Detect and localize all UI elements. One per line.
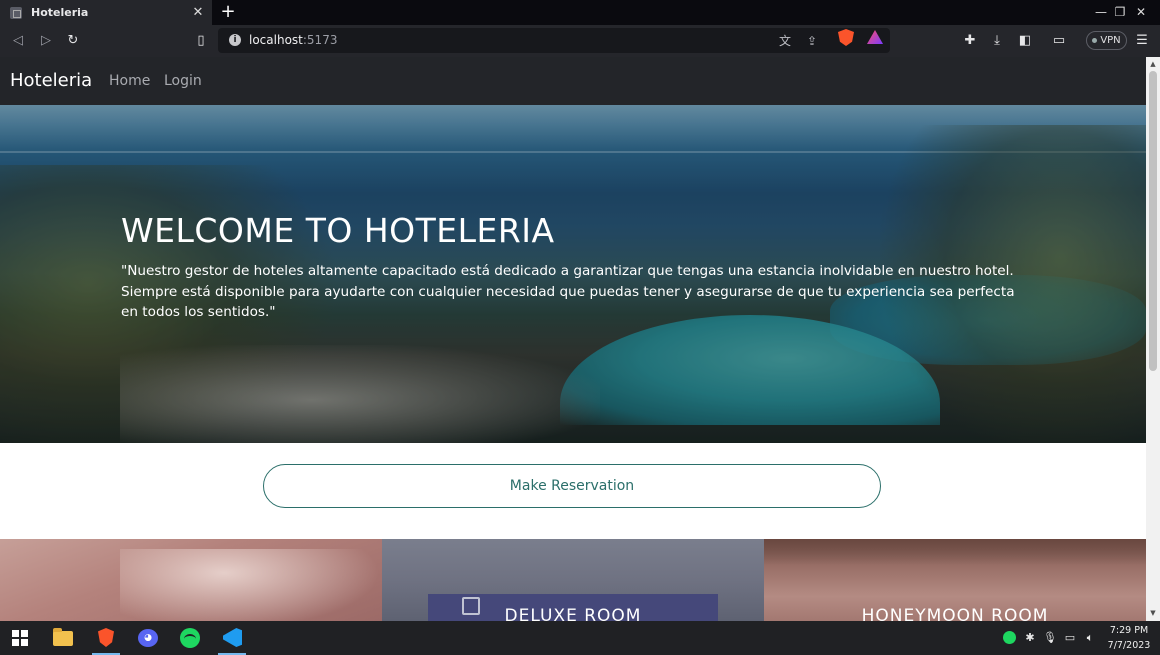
taskbar-discord[interactable]: ◕ — [128, 621, 168, 655]
sidebar-icon[interactable]: ◧ — [1015, 31, 1035, 51]
vpn-button[interactable]: VPN — [1086, 31, 1127, 50]
discord-icon: ◕ — [138, 629, 158, 647]
extensions-icon[interactable]: ✚ — [960, 31, 980, 51]
translate-icon[interactable]: 文 — [776, 32, 794, 50]
tray-app-icon[interactable]: ✱ — [1023, 630, 1037, 646]
hero-description: "Nuestro gestor de hoteles altamente cap… — [121, 263, 1015, 320]
room-card-deluxe[interactable]: DELUXE ROOM — [382, 539, 764, 621]
taskbar-clock[interactable]: 7:29 PM 7/7/2023 — [1104, 623, 1154, 653]
reload-icon[interactable]: ↻ — [63, 31, 83, 51]
room-card-1[interactable] — [0, 539, 382, 621]
site-navbar: Hoteleria Home Login — [0, 57, 1146, 105]
downloads-icon[interactable]: ⤓ — [987, 31, 1007, 51]
tab-title: Hoteleria — [31, 6, 89, 19]
browser-tab[interactable]: Hoteleria ✕ — [0, 0, 212, 25]
taskbar-vscode[interactable] — [212, 621, 252, 655]
window-close-button[interactable]: ✕ — [1122, 0, 1160, 25]
spotify-icon — [180, 628, 200, 648]
tray-spotify-icon[interactable] — [1003, 631, 1016, 644]
brave-icon — [98, 628, 114, 647]
browser-tab-strip: Hoteleria ✕ + — ❐ ✕ — [0, 0, 1160, 25]
share-icon[interactable]: ⇪ — [803, 32, 821, 50]
start-button[interactable] — [0, 621, 40, 655]
nav-link-login[interactable]: Login — [164, 57, 202, 105]
nav-link-home[interactable]: Home — [109, 57, 150, 105]
tray-microphone-icon[interactable]: 🎙︎ — [1043, 630, 1057, 646]
taskbar-file-explorer[interactable] — [44, 621, 84, 655]
hero-banner: WELCOME TO HOTELERIA "Nuestro gestor de … — [0, 105, 1146, 443]
make-reservation-button[interactable]: Make Reservation — [263, 464, 881, 508]
start-icon — [12, 630, 28, 646]
room-card-title: HONEYMOON ROOM — [861, 606, 1049, 621]
site-brand[interactable]: Hoteleria — [10, 57, 92, 105]
new-tab-button[interactable]: + — [218, 2, 238, 22]
wallet-icon[interactable]: ▭ — [1049, 31, 1069, 51]
scroll-up-icon[interactable]: ▲ — [1146, 58, 1160, 70]
vscode-icon — [223, 628, 242, 647]
file-explorer-icon — [53, 628, 73, 646]
taskbar-brave[interactable] — [86, 621, 126, 655]
forward-icon[interactable]: ▷ — [36, 31, 56, 51]
taskbar-spotify[interactable] — [170, 621, 210, 655]
scrollbar-thumb[interactable] — [1149, 71, 1157, 371]
browser-toolbar: ◁ ▷ ↻ ▯ i localhost:5173 文 ⇪ ✚ ⤓ ◧ ▭ VPN… — [0, 25, 1160, 57]
room-card-title: DELUXE ROOM — [504, 606, 642, 621]
room-card-honeymoon[interactable]: HONEYMOON ROOM — [764, 539, 1146, 621]
back-icon[interactable]: ◁ — [8, 31, 28, 51]
scroll-down-icon[interactable]: ▼ — [1146, 607, 1160, 619]
bookmark-icon[interactable]: ▯ — [191, 31, 211, 51]
url-text[interactable]: localhost:5173 — [249, 28, 337, 53]
windows-taskbar: ◕ ✱ 🎙︎ ▭ 🔈︎ 7:29 PM 7/7/2023 — [0, 621, 1160, 655]
tray-volume-icon[interactable]: 🔈︎ — [1083, 630, 1097, 646]
clock-date: 7/7/2023 — [1107, 640, 1151, 651]
clock-time: 7:29 PM — [1109, 625, 1149, 636]
page-viewport: Hoteleria Home Login WELCOME TO HOTELERI… — [0, 57, 1146, 621]
hero-title: WELCOME TO HOTELERIA — [121, 211, 555, 250]
page-favicon-icon — [10, 6, 22, 19]
address-bar[interactable]: i localhost:5173 文 ⇪ — [218, 28, 890, 53]
tab-close-icon[interactable]: ✕ — [190, 5, 206, 21]
menu-icon[interactable]: ☰ — [1132, 31, 1152, 51]
page-scrollbar[interactable]: ▲ ▼ — [1146, 57, 1160, 621]
tray-network-icon[interactable]: ▭ — [1063, 630, 1077, 646]
site-info-icon[interactable]: i — [229, 34, 241, 46]
